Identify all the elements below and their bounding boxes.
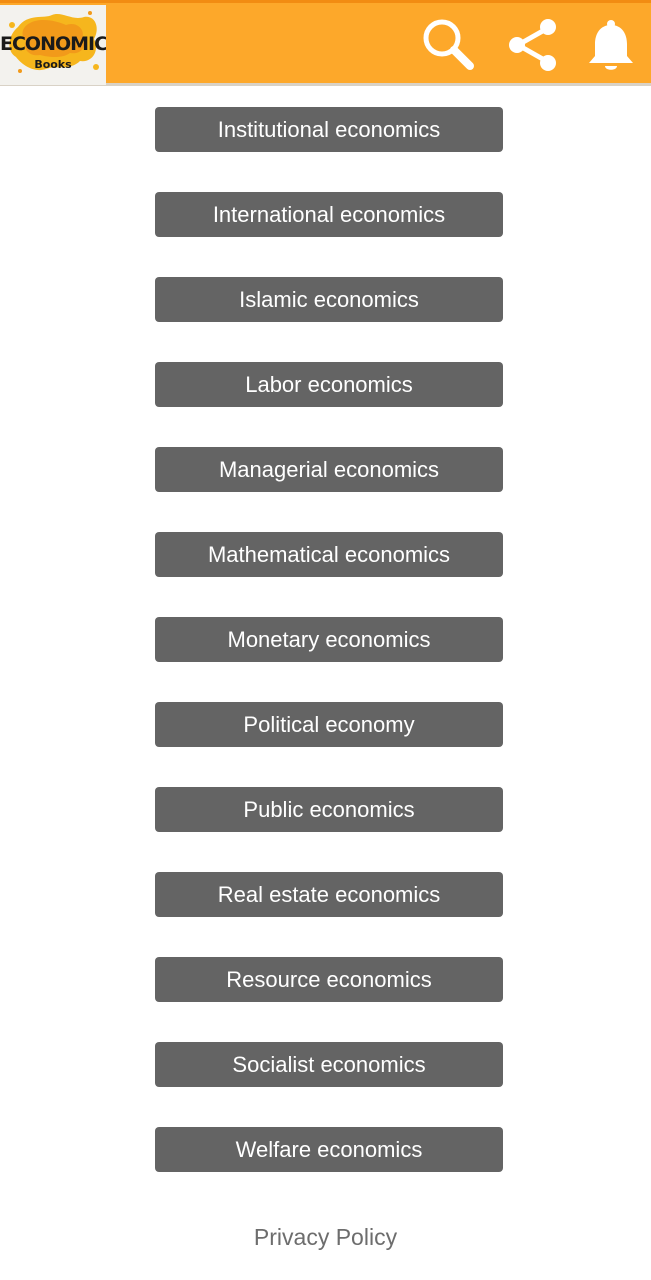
topic-button-international[interactable]: International economics xyxy=(155,192,503,237)
topic-button-public[interactable]: Public economics xyxy=(155,787,503,832)
topic-button-welfare[interactable]: Welfare economics xyxy=(155,1127,503,1172)
notifications-button[interactable] xyxy=(579,13,643,77)
topic-button-managerial[interactable]: Managerial economics xyxy=(155,447,503,492)
topic-button-islamic[interactable]: Islamic economics xyxy=(155,277,503,322)
topic-button-labor[interactable]: Labor economics xyxy=(155,362,503,407)
search-button[interactable] xyxy=(417,13,481,77)
logo-title: ECONOMICS xyxy=(0,33,106,55)
topic-button-political-economy[interactable]: Political economy xyxy=(155,702,503,747)
bell-icon xyxy=(589,20,633,70)
app-bar: ECONOMICS Books xyxy=(0,0,651,86)
share-button[interactable] xyxy=(501,13,565,77)
share-icon xyxy=(509,19,556,71)
topic-list: Institutional economics International ec… xyxy=(155,107,503,1212)
topic-button-socialist[interactable]: Socialist economics xyxy=(155,1042,503,1087)
topic-button-monetary[interactable]: Monetary economics xyxy=(155,617,503,662)
search-icon xyxy=(423,19,474,70)
logo-subtitle: Books xyxy=(34,58,72,71)
topic-button-resource[interactable]: Resource economics xyxy=(155,957,503,1002)
privacy-policy-link[interactable]: Privacy Policy xyxy=(0,1224,651,1251)
app-logo: ECONOMICS Books xyxy=(0,5,106,85)
topic-button-mathematical[interactable]: Mathematical economics xyxy=(155,532,503,577)
topic-button-institutional[interactable]: Institutional economics xyxy=(155,107,503,152)
topic-button-real-estate[interactable]: Real estate economics xyxy=(155,872,503,917)
